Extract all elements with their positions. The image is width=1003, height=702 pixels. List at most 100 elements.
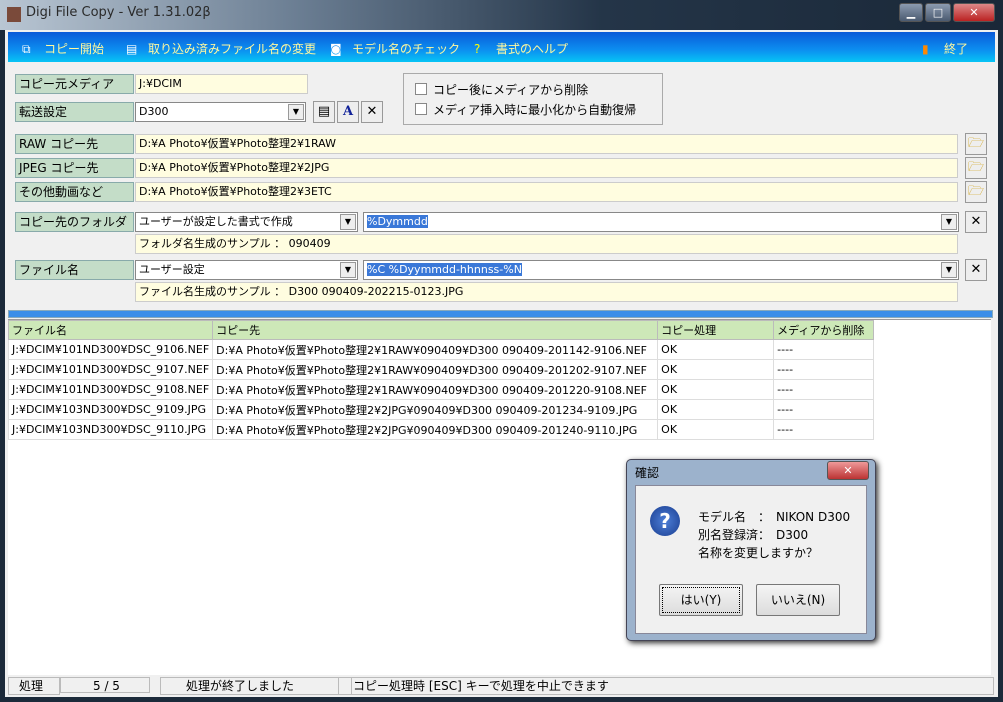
- exit-door-icon: ▮: [922, 42, 929, 56]
- folder-icon: 🗁: [967, 160, 985, 175]
- minimize-button[interactable]: ▁: [899, 3, 923, 22]
- title-bar: Digi File Copy - Ver 1.31.02β ▁ □ ✕: [0, 0, 1003, 30]
- label: 書式のヘルプ: [496, 42, 569, 56]
- label: メディア挿入時に最小化から自動復帰: [433, 103, 637, 117]
- dialog-line-3: 名称を変更しますか？: [698, 546, 819, 560]
- copy-status-cell: OK: [657, 379, 775, 400]
- folder-mode-value: ユーザーが設定した書式で作成: [139, 215, 293, 228]
- close-icon: ✕: [970, 262, 982, 277]
- help-icon: ?: [474, 42, 481, 56]
- format-help-button[interactable]: ? 書式のヘルプ: [474, 40, 568, 57]
- label: 終了: [944, 42, 969, 56]
- table-row[interactable]: J:¥DCIM¥103ND300¥DSC_9109.JPG D:¥A Photo¥…: [7, 399, 875, 420]
- copy-status-cell: OK: [657, 339, 775, 360]
- folder-format-value: %Dymmdd: [367, 215, 428, 228]
- delete-setting-button[interactable]: ✕: [361, 101, 383, 123]
- yes-button[interactable]: はい(Y): [659, 584, 743, 616]
- media-delete-cell: ----: [773, 359, 875, 380]
- dialog-line-1: モデル名 ： NIKON D300: [698, 510, 851, 524]
- table-row[interactable]: J:¥DCIM¥101ND300¥DSC_9107.NEF D:¥A Photo¥…: [7, 359, 875, 380]
- transfer-label: 転送設定: [15, 102, 134, 122]
- transfer-select[interactable]: D300 ▼: [135, 102, 306, 122]
- status-label: 処理: [8, 677, 60, 695]
- filename-cell: J:¥DCIM¥101ND300¥DSC_9106.NEF: [7, 339, 214, 360]
- copy-start-button[interactable]: ⧉ コピー開始: [22, 40, 104, 57]
- table-row[interactable]: J:¥DCIM¥101ND300¥DSC_9108.NEF D:¥A Photo¥…: [7, 379, 875, 400]
- close-icon: ✕: [970, 214, 982, 229]
- media-delete-cell: ----: [773, 399, 875, 420]
- label: 取り込み済みファイル名の変更: [148, 42, 317, 56]
- dialog-close-button[interactable]: ✕: [827, 461, 869, 480]
- jpeg-input[interactable]: D:¥A Photo¥仮置¥Photo整理2¥2JPG: [135, 158, 958, 178]
- destination-cell: D:¥A Photo¥仮置¥Photo整理2¥1RAW¥090409¥D300 …: [212, 359, 659, 380]
- folder-icon: 🗁: [967, 184, 985, 199]
- label: コピー後にメディアから削除: [433, 83, 589, 97]
- other-browse-button[interactable]: 🗁: [965, 181, 987, 203]
- folder-format-combo[interactable]: %Dymmdd ▼: [363, 212, 959, 232]
- copy-icon: ⧉: [22, 42, 31, 56]
- close-button[interactable]: ✕: [953, 3, 995, 22]
- filename-clear-button[interactable]: ✕: [965, 259, 987, 281]
- question-icon: ?: [650, 506, 680, 536]
- rename-setting-button[interactable]: A: [337, 101, 359, 123]
- filename-sample: ファイル名生成のサンプル ： D300 090409-202215-0123.J…: [135, 282, 958, 302]
- table-row[interactable]: J:¥DCIM¥103ND300¥DSC_9110.JPG D:¥A Photo¥…: [7, 419, 875, 440]
- raw-browse-button[interactable]: 🗁: [965, 133, 987, 155]
- jpeg-browse-button[interactable]: 🗁: [965, 157, 987, 179]
- delete-after-copy-checkbox[interactable]: コピー後にメディアから削除: [415, 81, 588, 98]
- confirm-dialog: 確認 ✕ ? モデル名 ： NIKON D300 別名登録済： D300 名称を…: [626, 459, 876, 641]
- chevron-down-icon: ▼: [340, 262, 356, 278]
- media-delete-cell: ----: [773, 379, 875, 400]
- jpeg-label: JPEG コピー先: [15, 158, 134, 178]
- column-header-destination[interactable]: コピー先: [212, 320, 659, 340]
- status-hint: コピー処理時 [ESC] キーで処理を中止できます: [338, 677, 994, 695]
- chevron-down-icon: ▼: [941, 262, 957, 278]
- save-setting-button[interactable]: ▤: [313, 101, 335, 123]
- letter-a-icon: A: [342, 104, 354, 119]
- progress-bar: [8, 310, 993, 318]
- column-header-media-delete[interactable]: メディアから削除: [773, 320, 875, 340]
- raw-label: RAW コピー先: [15, 134, 134, 154]
- media-delete-cell: ----: [773, 419, 875, 440]
- folder-icon: 🗁: [967, 136, 985, 151]
- folder-clear-button[interactable]: ✕: [965, 211, 987, 233]
- status-progress: 5 / 5: [60, 677, 150, 693]
- status-bar: 処理 5 / 5 処理が終了しました コピー処理時 [ESC] キーで処理を中止…: [8, 676, 994, 695]
- column-header-copy-status[interactable]: コピー処理: [657, 320, 775, 340]
- label: コピー開始: [44, 42, 105, 56]
- filename-cell: J:¥DCIM¥101ND300¥DSC_9108.NEF: [7, 379, 214, 400]
- filename-mode-value: ユーザー設定: [139, 263, 205, 276]
- other-input[interactable]: D:¥A Photo¥仮置¥Photo整理2¥3ETC: [135, 182, 958, 202]
- media-delete-cell: ----: [773, 339, 875, 360]
- table-row[interactable]: J:¥DCIM¥101ND300¥DSC_9106.NEF D:¥A Photo¥…: [7, 339, 875, 360]
- auto-restore-checkbox[interactable]: メディア挿入時に最小化から自動復帰: [415, 101, 636, 118]
- window-title: Digi File Copy - Ver 1.31.02β: [26, 5, 211, 20]
- maximize-button[interactable]: □: [925, 3, 951, 22]
- no-button[interactable]: いいえ(N): [756, 584, 840, 616]
- destination-cell: D:¥A Photo¥仮置¥Photo整理2¥2JPG¥090409¥D300 …: [212, 399, 659, 420]
- filename-format-combo[interactable]: %C %Dyymmdd-hhnnss-%N ▼: [363, 260, 959, 280]
- rename-button[interactable]: ▤ 取り込み済みファイル名の変更: [126, 40, 316, 57]
- dialog-line-2: 別名登録済： D300: [698, 528, 809, 542]
- status-message: 処理が終了しました: [160, 677, 352, 695]
- destination-cell: D:¥A Photo¥仮置¥Photo整理2¥2JPG¥090409¥D300 …: [212, 419, 659, 440]
- raw-input[interactable]: D:¥A Photo¥仮置¥Photo整理2¥1RAW: [135, 134, 958, 154]
- app-icon: [7, 7, 21, 22]
- copy-status-cell: OK: [657, 419, 775, 440]
- copy-status-cell: OK: [657, 399, 775, 420]
- exit-button[interactable]: ▮ 終了: [922, 40, 968, 57]
- other-label: その他動画など: [15, 182, 134, 202]
- filename-cell: J:¥DCIM¥103ND300¥DSC_9110.JPG: [7, 419, 214, 440]
- source-input[interactable]: J:¥DCIM: [135, 74, 308, 94]
- copy-status-cell: OK: [657, 359, 775, 380]
- model-check-button[interactable]: ◙ モデル名のチェック: [330, 40, 460, 57]
- destination-cell: D:¥A Photo¥仮置¥Photo整理2¥1RAW¥090409¥D300 …: [212, 379, 659, 400]
- folder-mode-select[interactable]: ユーザーが設定した書式で作成 ▼: [135, 212, 358, 232]
- toolbar: ⧉ コピー開始 ▤ 取り込み済みファイル名の変更 ◙ モデル名のチェック ? 書式のヘル…: [8, 32, 995, 62]
- filename-mode-select[interactable]: ユーザー設定 ▼: [135, 260, 358, 280]
- destination-cell: D:¥A Photo¥仮置¥Photo整理2¥1RAW¥090409¥D300 …: [212, 339, 659, 360]
- label: モデル名のチェック: [352, 42, 461, 56]
- folder-sample: フォルダ名生成のサンプル ： 090409: [135, 234, 958, 254]
- column-header-filename[interactable]: ファイル名: [7, 320, 214, 340]
- filename-format-value: %C %Dyymmdd-hhnnss-%N: [367, 263, 522, 276]
